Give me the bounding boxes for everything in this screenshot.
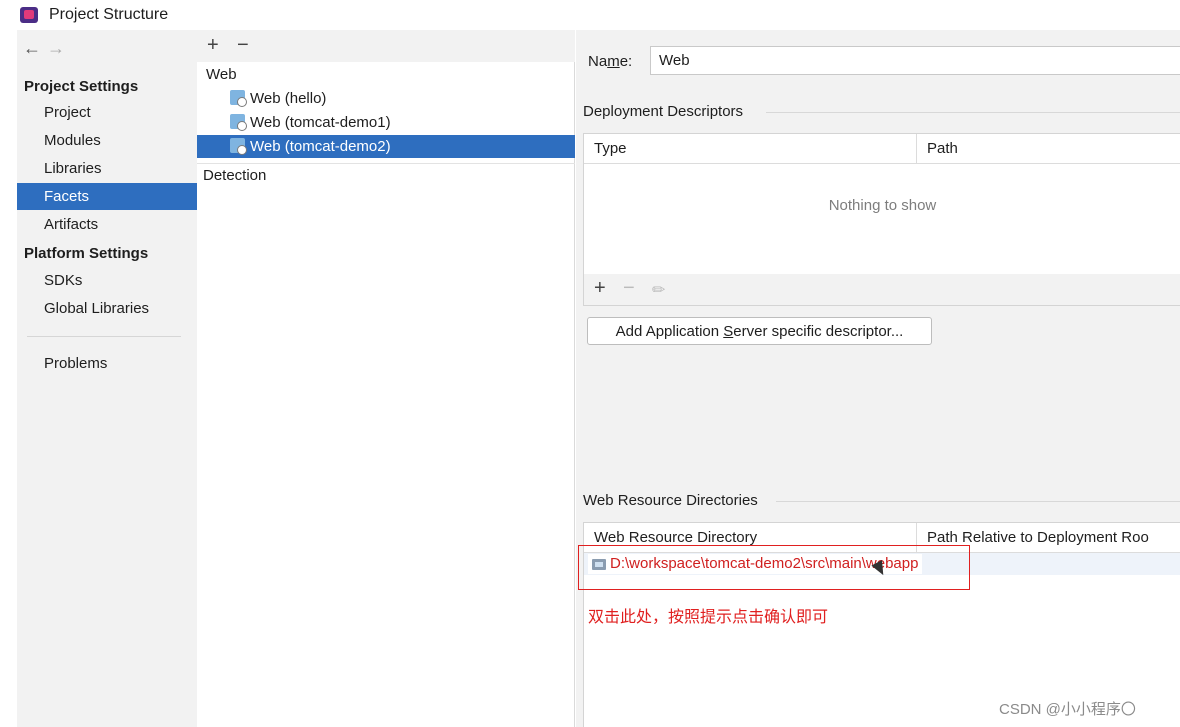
watermark: CSDN @小小程序〇: [999, 701, 1136, 718]
back-arrow-icon[interactable]: ←: [23, 38, 47, 58]
platform-settings-header: Platform Settings: [24, 245, 149, 262]
tree-item-detection[interactable]: Detection: [203, 167, 266, 184]
edit-descriptor-icon[interactable]: ✏: [652, 280, 665, 300]
sidebar-item-project[interactable]: Project: [17, 99, 197, 126]
web-facet-icon: [230, 138, 247, 155]
empty-table-message: Nothing to show: [828, 197, 937, 214]
column-header-relative-path[interactable]: Path Relative to Deployment Roo: [917, 523, 1180, 553]
web-resource-directories-title: Web Resource Directories: [583, 492, 768, 509]
section-separator: [776, 501, 1180, 502]
project-settings-header: Project Settings: [24, 78, 139, 95]
web-facet-icon: [230, 114, 247, 131]
tree-item-label: Web (tomcat-demo1): [250, 114, 391, 131]
table-header: Web Resource Directory Path Relative to …: [584, 523, 1180, 553]
add-descriptor-icon[interactable]: +: [594, 277, 606, 300]
sidebar-item-modules[interactable]: Modules: [17, 127, 197, 154]
deployment-descriptors-table[interactable]: Type Path Nothing to show: [583, 133, 1180, 275]
column-header-type[interactable]: Type: [584, 134, 916, 164]
add-server-descriptor-button[interactable]: Add Application Server specific descript…: [587, 317, 932, 345]
tree-item-web-hello[interactable]: Web (hello): [197, 87, 575, 110]
settings-sidebar: ←→ Project Settings Project Modules Libr…: [17, 30, 197, 727]
descriptors-toolbar: + − ✏: [583, 274, 1180, 306]
name-label: Name:: [588, 53, 633, 70]
column-header-path[interactable]: Path: [917, 134, 1180, 164]
sidebar-item-problems[interactable]: Problems: [17, 350, 197, 377]
web-facet-icon: [230, 90, 247, 107]
facet-name-input[interactable]: [650, 46, 1180, 75]
remove-descriptor-icon[interactable]: −: [623, 277, 635, 300]
annotation-text: 双击此处，按照提示点击确认即可: [588, 607, 829, 626]
tree-item-label: Web (tomcat-demo2): [250, 138, 391, 155]
forward-arrow-icon[interactable]: →: [47, 38, 71, 58]
sidebar-item-artifacts[interactable]: Artifacts: [17, 211, 197, 238]
table-header: Type Path: [584, 134, 1180, 164]
tree-item-web-tomcat-demo2[interactable]: Web (tomcat-demo2): [197, 135, 575, 158]
tree-item-web-tomcat-demo1[interactable]: Web (tomcat-demo1): [197, 111, 575, 134]
sidebar-divider: [27, 336, 181, 337]
facets-tree-panel: + − Web Web (hello) Web (tomcat-demo1) W…: [197, 30, 575, 727]
nav-arrows: ←→: [23, 38, 71, 59]
sidebar-item-sdks[interactable]: SDKs: [17, 267, 197, 294]
tree-item-label: Web (hello): [250, 90, 327, 107]
add-facet-icon[interactable]: +: [207, 34, 219, 57]
sidebar-item-global-libraries[interactable]: Global Libraries: [17, 295, 197, 322]
intellij-app-icon: [20, 5, 40, 25]
column-header-web-resource-directory[interactable]: Web Resource Directory: [584, 523, 916, 553]
directory-path: D:\workspace\tomcat-demo2\src\main\webap…: [610, 555, 919, 572]
window-title: Project Structure: [49, 6, 169, 23]
facets-toolbar: + −: [197, 30, 575, 62]
deployment-descriptors-title: Deployment Descriptors: [583, 103, 754, 120]
tree-root-web[interactable]: Web: [206, 66, 237, 83]
title-bar: Project Structure: [0, 0, 1180, 30]
folder-icon: [592, 559, 606, 570]
sidebar-item-facets[interactable]: Facets: [17, 183, 197, 210]
remove-facet-icon[interactable]: −: [237, 34, 249, 57]
section-separator: [766, 112, 1180, 113]
sidebar-item-libraries[interactable]: Libraries: [17, 155, 197, 182]
tree-separator: [197, 163, 575, 164]
